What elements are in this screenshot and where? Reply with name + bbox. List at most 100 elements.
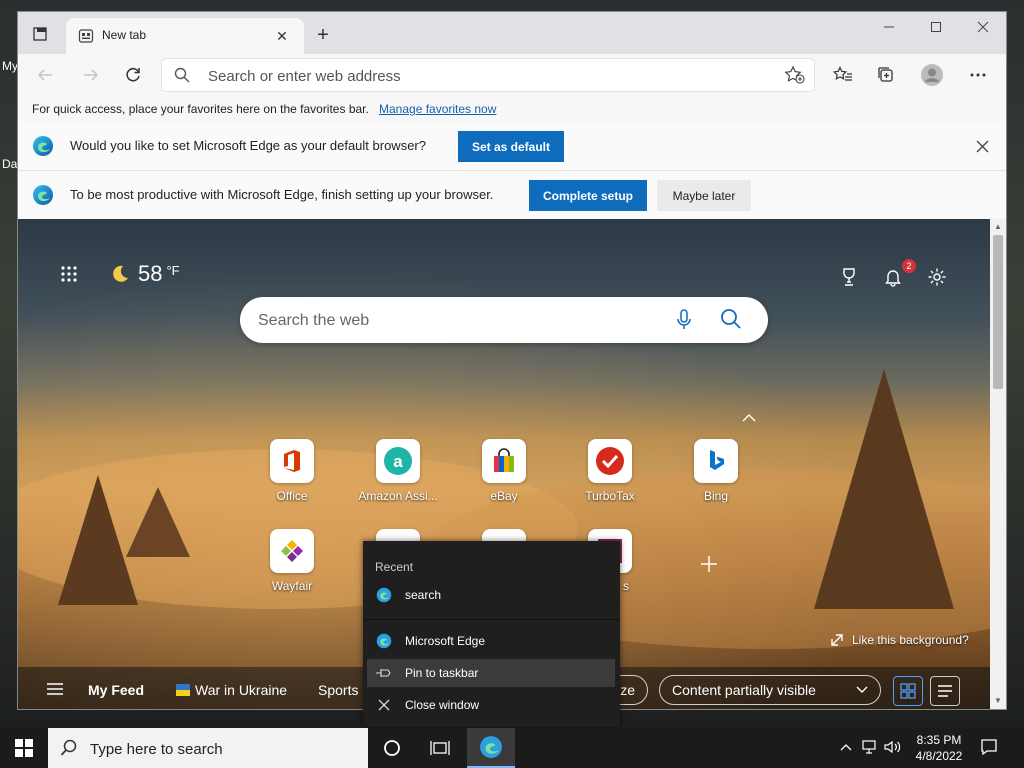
- tab-title: New tab: [102, 28, 147, 42]
- quick-link-label: Amazon Assi...: [358, 489, 438, 503]
- desktop-icon-label[interactable]: My: [2, 59, 18, 73]
- back-button[interactable]: [30, 61, 60, 89]
- set-as-default-button[interactable]: Set as default: [458, 131, 564, 162]
- content-visibility-dropdown[interactable]: Content partially visible: [659, 675, 881, 705]
- collapse-quick-links-button[interactable]: [742, 409, 756, 425]
- microphone-icon[interactable]: [676, 309, 692, 331]
- refresh-button[interactable]: [118, 61, 148, 89]
- favorites-list-icon: [833, 66, 852, 81]
- close-tab-button[interactable]: ✕: [272, 26, 292, 46]
- bell-icon: [885, 270, 901, 287]
- weather-widget[interactable]: 58 °F: [110, 261, 180, 287]
- forward-button[interactable]: [76, 61, 106, 89]
- network-icon: [862, 740, 876, 754]
- cortana-button[interactable]: [368, 728, 416, 768]
- taskbar-search-box[interactable]: [48, 728, 368, 768]
- close-infobar-button[interactable]: [972, 136, 992, 156]
- quick-link-office[interactable]: Office: [252, 439, 332, 515]
- tab-war-in-ukraine[interactable]: War in Ukraine: [195, 682, 287, 698]
- like-background-button[interactable]: Like this background?: [830, 633, 969, 647]
- avatar-icon: [921, 64, 943, 86]
- speaker-icon: [884, 740, 901, 754]
- start-button[interactable]: [0, 728, 48, 768]
- turbotax-icon: [588, 439, 632, 483]
- complete-setup-button[interactable]: Complete setup: [529, 180, 647, 211]
- wayfair-icon: [270, 529, 314, 573]
- new-tab-button[interactable]: +: [312, 24, 334, 46]
- refresh-icon: [126, 67, 140, 82]
- settings-more-button[interactable]: [963, 61, 993, 89]
- manage-favorites-link[interactable]: Manage favorites now: [379, 102, 496, 116]
- jump-list-close-window[interactable]: Close window: [367, 691, 615, 719]
- web-search-input[interactable]: [256, 310, 660, 332]
- scroll-up-arrow-icon[interactable]: ▲: [993, 222, 1003, 232]
- hamburger-menu-icon[interactable]: [46, 682, 64, 696]
- profile-button[interactable]: [917, 61, 947, 89]
- tab-strip: New tab ✕ +: [18, 12, 1006, 54]
- close-icon: [977, 21, 989, 33]
- bing-icon: [694, 439, 738, 483]
- svg-text:a: a: [393, 452, 403, 471]
- address-bar[interactable]: [162, 59, 814, 91]
- apps-launcher-button[interactable]: [60, 265, 82, 287]
- page-settings-button[interactable]: [925, 265, 949, 289]
- default-browser-infobar: Would you like to set Microsoft Edge as …: [18, 122, 1006, 171]
- minimize-button[interactable]: [866, 12, 912, 42]
- jump-list-open-edge[interactable]: Microsoft Edge: [367, 627, 615, 655]
- search-icon[interactable]: [720, 308, 742, 330]
- maximize-icon: [931, 22, 941, 32]
- setup-infobar: To be most productive with Microsoft Edg…: [18, 171, 1006, 220]
- maximize-button[interactable]: [913, 12, 959, 42]
- web-search-box[interactable]: [240, 297, 768, 343]
- desktop-icon-label[interactable]: Da: [2, 157, 17, 171]
- add-favorite-icon[interactable]: [784, 65, 806, 85]
- expand-diagonal-icon: [831, 634, 843, 646]
- tab-new-tab[interactable]: New tab ✕: [66, 18, 304, 54]
- jump-list-recent-item[interactable]: search: [367, 581, 615, 609]
- address-input[interactable]: [206, 65, 770, 87]
- quick-link-ebay[interactable]: eBay: [464, 439, 544, 515]
- quick-link-amazon[interactable]: a Amazon Assi...: [358, 439, 438, 515]
- rewards-button[interactable]: [837, 265, 861, 289]
- show-hidden-icons-button[interactable]: [840, 740, 852, 754]
- task-view-icon: [430, 741, 450, 755]
- task-view-button[interactable]: [416, 728, 464, 768]
- grid-view-button[interactable]: [893, 676, 923, 706]
- scroll-down-arrow-icon[interactable]: ▼: [993, 696, 1003, 706]
- collections-button[interactable]: [871, 61, 901, 89]
- quick-link-label: Wayfair: [271, 579, 313, 593]
- maybe-later-button[interactable]: Maybe later: [657, 180, 751, 211]
- gear-icon: [928, 268, 946, 286]
- taskbar-edge-button[interactable]: [467, 728, 515, 768]
- notification-message-icon: [981, 739, 997, 756]
- taskbar-clock[interactable]: 8:35 PM 4/8/2022: [906, 732, 972, 764]
- add-quick-link-button[interactable]: [700, 553, 718, 579]
- close-window-button[interactable]: [960, 12, 1006, 42]
- ukraine-flag-icon: [176, 684, 190, 696]
- search-icon: [60, 739, 77, 756]
- tab-actions-button[interactable]: [26, 22, 54, 46]
- favorites-button[interactable]: [828, 61, 858, 89]
- edge-logo-icon: [375, 586, 393, 604]
- page-scrollbar[interactable]: ▲ ▼: [990, 219, 1006, 709]
- quick-link-label: Bing: [703, 489, 729, 503]
- notification-badge: 2: [902, 259, 916, 273]
- jump-list-pin-to-taskbar[interactable]: Pin to taskbar: [367, 659, 615, 687]
- scrollbar-thumb[interactable]: [993, 235, 1003, 389]
- network-button[interactable]: [862, 740, 880, 757]
- quick-link-bing[interactable]: Bing: [676, 439, 756, 515]
- action-center-button[interactable]: [980, 738, 998, 759]
- volume-button[interactable]: [884, 740, 902, 757]
- apps-grid-icon: [61, 266, 77, 282]
- quick-link-turbotax[interactable]: TurboTax: [570, 439, 650, 515]
- new-tab-page-icon: [78, 29, 94, 43]
- quick-link-label: Office: [276, 489, 308, 503]
- quick-link-label: TurboTax: [585, 489, 635, 503]
- list-view-button[interactable]: [930, 676, 960, 706]
- taskbar-search-input[interactable]: [88, 738, 362, 760]
- tab-my-feed[interactable]: My Feed: [88, 682, 144, 698]
- quick-link-wayfair[interactable]: Wayfair: [252, 529, 332, 605]
- tab-sports[interactable]: Sports: [318, 682, 358, 698]
- ebay-icon: [482, 439, 526, 483]
- notifications-button[interactable]: [881, 265, 905, 289]
